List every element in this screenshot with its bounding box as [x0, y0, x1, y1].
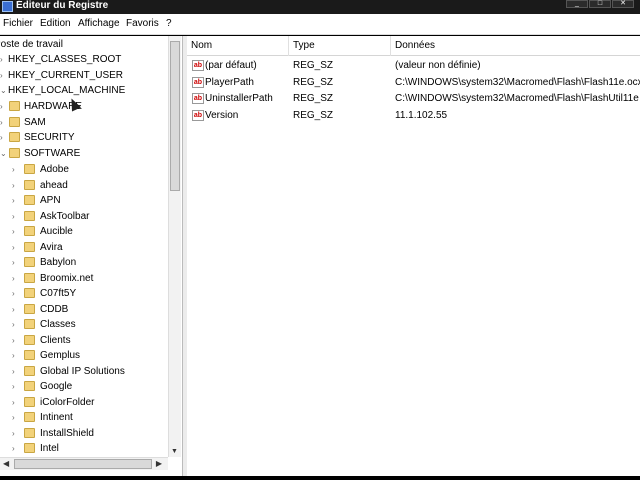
- folder-icon: [24, 272, 35, 283]
- chevron-right-icon[interactable]: ›: [12, 286, 20, 301]
- folder-icon: [24, 179, 35, 190]
- maximize-button[interactable]: □: [589, 0, 611, 8]
- folder-icon: [9, 117, 20, 127]
- chevron-right-icon[interactable]: ›: [0, 115, 8, 130]
- folder-icon: [24, 195, 35, 205]
- column-header-name[interactable]: Nom: [187, 36, 289, 56]
- table-row[interactable]: ab PlayerPath REG_SZ C:\WINDOWS\system32…: [187, 74, 640, 91]
- folder-icon: [24, 396, 35, 407]
- folder-icon: [24, 350, 35, 360]
- folder-icon: [9, 132, 20, 142]
- folder-icon: [24, 412, 35, 422]
- chevron-right-icon[interactable]: ›: [12, 240, 20, 255]
- table-row[interactable]: ab Version REG_SZ 11.1.102.55: [187, 107, 640, 124]
- tree-vertical-scrollbar[interactable]: ▼: [168, 36, 181, 457]
- menu-edition[interactable]: Edition: [40, 18, 71, 30]
- reg-sz-icon: ab: [192, 60, 204, 71]
- chevron-right-icon[interactable]: ›: [12, 379, 20, 394]
- chevron-right-icon[interactable]: ›: [0, 99, 8, 114]
- chevron-right-icon[interactable]: ›: [12, 395, 20, 410]
- menu-fichier[interactable]: Fichier: [3, 18, 33, 30]
- chevron-right-icon[interactable]: ›: [12, 162, 20, 177]
- menu-affichage[interactable]: Affichage: [78, 18, 120, 30]
- folder-icon: [24, 381, 35, 391]
- chevron-right-icon[interactable]: ›: [12, 255, 20, 270]
- folder-icon: [24, 334, 35, 345]
- scroll-down-icon[interactable]: ▼: [171, 448, 178, 455]
- chevron-right-icon[interactable]: ›: [12, 348, 20, 363]
- chevron-right-icon[interactable]: ›: [12, 441, 20, 456]
- folder-icon: [24, 226, 35, 236]
- scroll-thumb[interactable]: [170, 41, 180, 191]
- folder-icon: [24, 164, 35, 174]
- minimize-button[interactable]: _: [566, 0, 588, 8]
- folder-icon: [24, 288, 35, 298]
- menu-favoris[interactable]: Favoris: [126, 18, 159, 30]
- column-header-data[interactable]: Données: [391, 36, 640, 56]
- folder-icon: [9, 101, 20, 111]
- tree-horizontal-scrollbar[interactable]: ◀ ▶: [0, 457, 168, 470]
- folder-icon: [24, 241, 35, 252]
- scroll-thumb[interactable]: [14, 459, 152, 469]
- folder-icon: [9, 148, 20, 158]
- folder-icon: [24, 303, 35, 314]
- chevron-right-icon[interactable]: ›: [12, 364, 20, 379]
- chevron-right-icon[interactable]: ›: [12, 271, 20, 286]
- reg-sz-icon: ab: [192, 93, 204, 104]
- chevron-right-icon[interactable]: ›: [0, 68, 8, 83]
- folder-icon: [24, 257, 35, 267]
- chevron-down-icon[interactable]: ⌄: [0, 146, 8, 161]
- chevron-right-icon[interactable]: ›: [12, 178, 20, 193]
- chevron-right-icon[interactable]: ›: [12, 410, 20, 425]
- chevron-right-icon[interactable]: ›: [12, 426, 20, 441]
- chevron-right-icon[interactable]: ›: [0, 52, 8, 67]
- chevron-right-icon[interactable]: ›: [12, 209, 20, 224]
- values-list[interactable]: Nom Type Données ab (par défaut) REG_SZ …: [187, 36, 640, 476]
- title-bar: Éditeur du Registre _ □ ✕: [0, 0, 640, 14]
- folder-icon: [24, 210, 35, 221]
- menu-bar: Fichier Edition Affichage Favoris ?: [0, 14, 640, 35]
- close-button[interactable]: ✕: [612, 0, 634, 8]
- chevron-down-icon[interactable]: ⌄: [0, 83, 8, 98]
- chevron-right-icon[interactable]: ›: [12, 333, 20, 348]
- folder-icon: [24, 365, 35, 376]
- scroll-right-icon[interactable]: ▶: [156, 459, 162, 468]
- folder-icon: [24, 443, 35, 453]
- menu-help[interactable]: ?: [166, 18, 172, 30]
- chevron-right-icon[interactable]: ›: [12, 302, 20, 317]
- reg-sz-icon: ab: [192, 77, 204, 88]
- registry-tree[interactable]: Poste de travail › HKEY_CLASSES_ROOT › H…: [0, 36, 183, 476]
- regedit-app-icon: [2, 1, 13, 12]
- list-header: Nom Type Données: [187, 36, 640, 56]
- table-row[interactable]: ab UninstallerPath REG_SZ C:\WINDOWS\sys…: [187, 90, 640, 107]
- folder-icon: [24, 427, 35, 438]
- window-title: Éditeur du Registre: [16, 0, 109, 11]
- table-row[interactable]: ab (par défaut) REG_SZ (valeur non défin…: [187, 57, 640, 74]
- reg-sz-icon: ab: [192, 110, 204, 121]
- screen-edge: [0, 476, 640, 480]
- column-header-type[interactable]: Type: [289, 36, 391, 56]
- folder-icon: [24, 319, 35, 329]
- chevron-right-icon[interactable]: ›: [12, 193, 20, 208]
- chevron-right-icon[interactable]: ›: [12, 224, 20, 239]
- chevron-right-icon[interactable]: ›: [12, 317, 20, 332]
- chevron-right-icon[interactable]: ›: [0, 130, 8, 145]
- scroll-left-icon[interactable]: ◀: [3, 459, 9, 468]
